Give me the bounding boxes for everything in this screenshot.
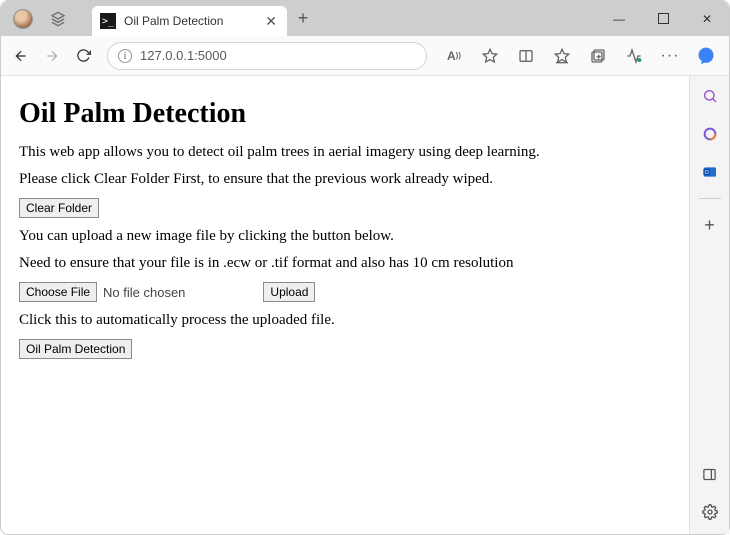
more-icon[interactable]: ··· bbox=[653, 41, 687, 71]
address-bar[interactable]: i 127.0.0.1:5000 bbox=[107, 42, 427, 70]
window-controls: — ✕ bbox=[597, 1, 729, 36]
tab-title: Oil Palm Detection bbox=[124, 14, 263, 28]
back-button[interactable] bbox=[7, 41, 34, 71]
sidebar-office-icon[interactable] bbox=[696, 120, 724, 148]
browser-tab[interactable]: >_ Oil Palm Detection ✕ bbox=[92, 6, 287, 36]
refresh-button[interactable] bbox=[70, 41, 97, 71]
oil-palm-detection-button[interactable]: Oil Palm Detection bbox=[19, 339, 132, 359]
format-hint-text: Need to ensure that your file is in .ecw… bbox=[19, 255, 671, 272]
choose-file-button[interactable]: Choose File bbox=[19, 282, 97, 302]
tab-close-icon[interactable]: ✕ bbox=[263, 13, 279, 30]
titlebar: >_ Oil Palm Detection ✕ + — ✕ bbox=[1, 1, 729, 36]
sidebar-search-icon[interactable] bbox=[696, 82, 724, 110]
minimize-button[interactable]: — bbox=[597, 1, 641, 36]
read-aloud-icon[interactable]: A)) bbox=[437, 41, 471, 71]
split-screen-icon[interactable] bbox=[509, 41, 543, 71]
profile-avatar[interactable] bbox=[13, 9, 33, 29]
clear-folder-button[interactable]: Clear Folder bbox=[19, 198, 99, 218]
file-status-text: No file chosen bbox=[103, 285, 185, 300]
browser-toolbar: i 127.0.0.1:5000 A)) ··· bbox=[1, 36, 729, 76]
copilot-icon[interactable] bbox=[689, 41, 723, 71]
page-content: Oil Palm Detection This web app allows y… bbox=[5, 80, 685, 530]
close-window-button[interactable]: ✕ bbox=[685, 1, 729, 36]
sidebar-outlook-icon[interactable]: O bbox=[696, 158, 724, 186]
maximize-button[interactable] bbox=[641, 1, 685, 36]
health-icon[interactable] bbox=[617, 41, 651, 71]
workspaces-icon[interactable] bbox=[45, 6, 70, 31]
forward-button[interactable] bbox=[38, 41, 65, 71]
page-title: Oil Palm Detection bbox=[19, 98, 671, 130]
sidebar-settings-icon[interactable] bbox=[696, 498, 724, 526]
favorite-icon[interactable] bbox=[473, 41, 507, 71]
tab-favicon-icon: >_ bbox=[100, 13, 116, 29]
upload-button[interactable]: Upload bbox=[263, 282, 315, 302]
url-text: 127.0.0.1:5000 bbox=[140, 48, 227, 63]
edge-sidebar: O + bbox=[689, 76, 729, 534]
new-tab-button[interactable]: + bbox=[289, 5, 317, 33]
site-info-icon[interactable]: i bbox=[118, 49, 132, 63]
sidebar-add-icon[interactable]: + bbox=[696, 211, 724, 239]
upload-hint-text: You can upload a new image file by click… bbox=[19, 228, 671, 245]
collections-icon[interactable] bbox=[581, 41, 615, 71]
clear-hint-text: Please click Clear Folder First, to ensu… bbox=[19, 171, 671, 188]
favorites-list-icon[interactable] bbox=[545, 41, 579, 71]
svg-text:O: O bbox=[704, 170, 708, 176]
process-hint-text: Click this to automatically process the … bbox=[19, 312, 671, 329]
intro-text: This web app allows you to detect oil pa… bbox=[19, 144, 671, 161]
sidebar-panel-icon[interactable] bbox=[696, 460, 724, 488]
